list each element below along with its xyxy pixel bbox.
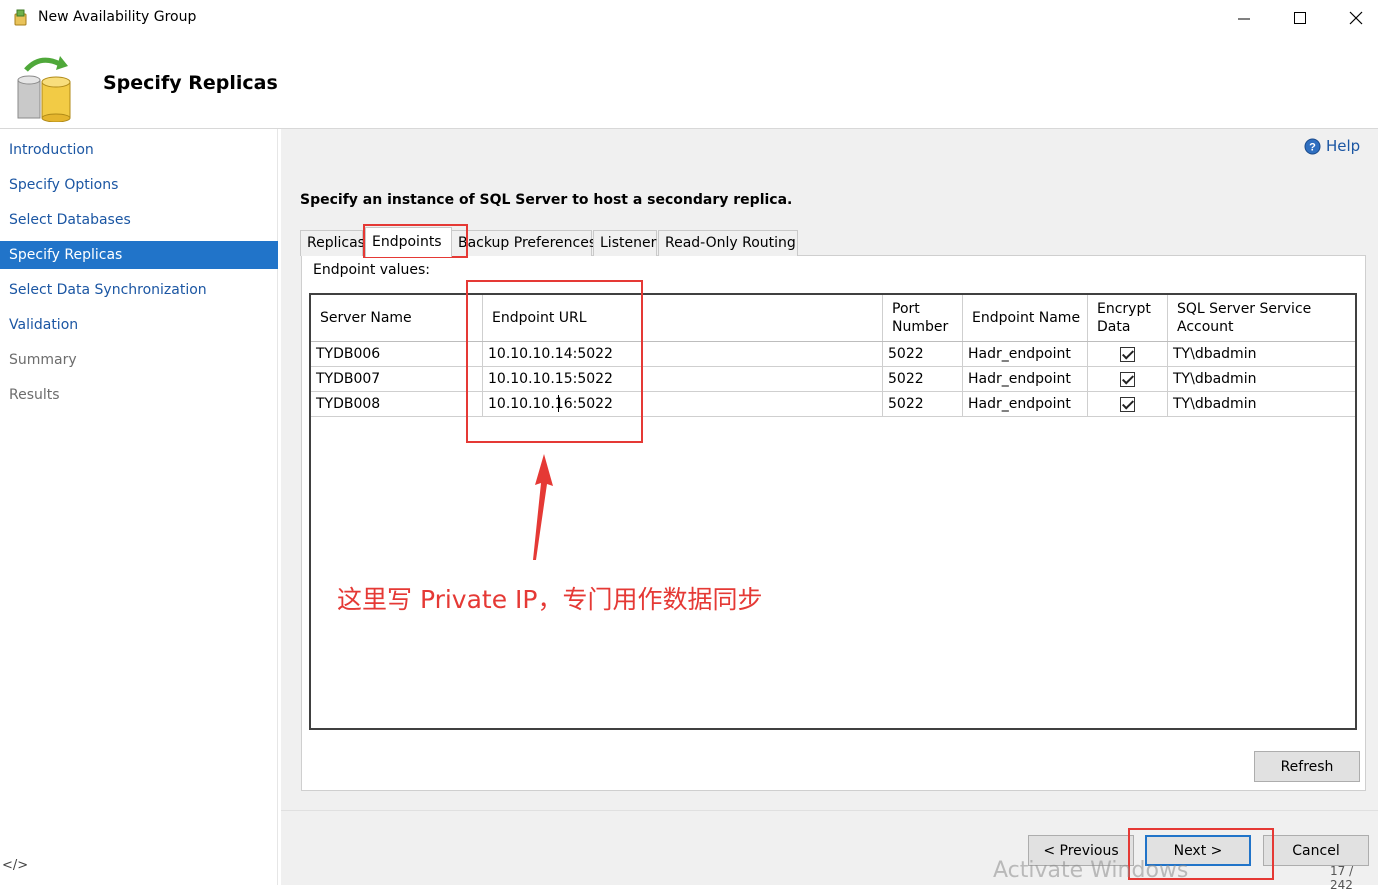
cell-endpoint-name[interactable]: Hadr_endpoint [963,342,1088,367]
title-bar [0,0,1378,36]
page-counter: 17 / 242 [1330,864,1354,892]
availability-group-icon [14,9,27,26]
column-header-port-number[interactable]: Port Number [883,295,963,341]
svg-text:?: ? [1309,141,1316,153]
nav-item-specify-replicas[interactable]: Specify Replicas [0,241,278,269]
cell-server-name[interactable]: TYDB007 [311,367,483,392]
cell-service-account[interactable]: TY\dbadmin [1168,342,1355,367]
column-header-server-name[interactable]: Server Name [311,295,483,341]
cell-service-account[interactable]: TY\dbadmin [1168,367,1355,392]
database-sync-icon [17,56,71,122]
activate-windows-watermark: Activate Windows [993,858,1189,883]
tab-endpoints[interactable]: Endpoints [365,227,452,257]
cell-endpoint-name[interactable]: Hadr_endpoint [963,392,1088,417]
annotation-note: 这里写 Private IP，专门用作数据同步 [337,585,763,614]
instruction-text: Specify an instance of SQL Server to hos… [300,192,793,208]
tab-read-only-routing[interactable]: Read-Only Routing [658,230,798,256]
cell-encrypt-data[interactable] [1088,367,1168,392]
column-header-encrypt-data[interactable]: Encrypt Data [1088,295,1168,341]
column-header-endpoint-name[interactable]: Endpoint Name [963,295,1088,341]
help-link[interactable]: ? Help [1304,137,1360,155]
annotation-arrow-icon [533,454,553,560]
cell-port-number[interactable]: 5022 [883,342,963,367]
minimize-button[interactable] [1216,0,1272,36]
nav-item-select-databases[interactable]: Select Databases [0,206,278,234]
help-label: Help [1326,137,1361,155]
cell-port-number[interactable]: 5022 [883,392,963,417]
close-icon [1349,11,1363,25]
encrypt-data-checkbox[interactable] [1120,396,1135,412]
cell-encrypt-data[interactable] [1088,392,1168,417]
annotation-box-endpoint-url [466,280,643,443]
endpoint-values-label: Endpoint values: [313,262,431,278]
help-icon: ? [1304,138,1321,154]
nav-item-validation[interactable]: Validation [0,311,278,339]
encrypt-data-checkbox[interactable] [1120,371,1135,387]
nav-footer-text: </> [2,858,29,873]
close-button[interactable] [1328,0,1378,36]
page-title: Specify Replicas [103,72,278,94]
minimize-icon [1238,18,1250,20]
tab-backup-preferences[interactable]: Backup Preferences [451,230,596,256]
nav-item-results: Results [9,387,60,403]
refresh-button[interactable]: Refresh [1254,751,1360,782]
cell-server-name[interactable]: TYDB006 [311,342,483,367]
cell-server-name[interactable]: TYDB008 [311,392,483,417]
nav-item-summary: Summary [9,352,77,368]
nav-item-introduction[interactable]: Introduction [0,136,278,164]
maximize-button[interactable] [1272,0,1328,36]
tab-listener[interactable]: Listener [593,230,657,256]
cell-encrypt-data[interactable] [1088,342,1168,367]
nav-item-specify-options[interactable]: Specify Options [0,171,278,199]
cell-service-account[interactable]: TY\dbadmin [1168,392,1355,417]
cancel-button[interactable]: Cancel [1263,835,1369,866]
cell-endpoint-name[interactable]: Hadr_endpoint [963,367,1088,392]
tab-replicas[interactable]: Replicas [300,230,365,256]
window-title: New Availability Group [38,9,197,25]
button-bar-divider [281,810,1378,811]
nav-item-select-data-synchronization[interactable]: Select Data Synchronization [0,276,278,304]
column-header-sql-service-account[interactable]: SQL Server Service Account [1168,295,1355,341]
encrypt-data-checkbox[interactable] [1120,346,1135,362]
maximize-icon [1294,12,1306,24]
cell-port-number[interactable]: 5022 [883,367,963,392]
